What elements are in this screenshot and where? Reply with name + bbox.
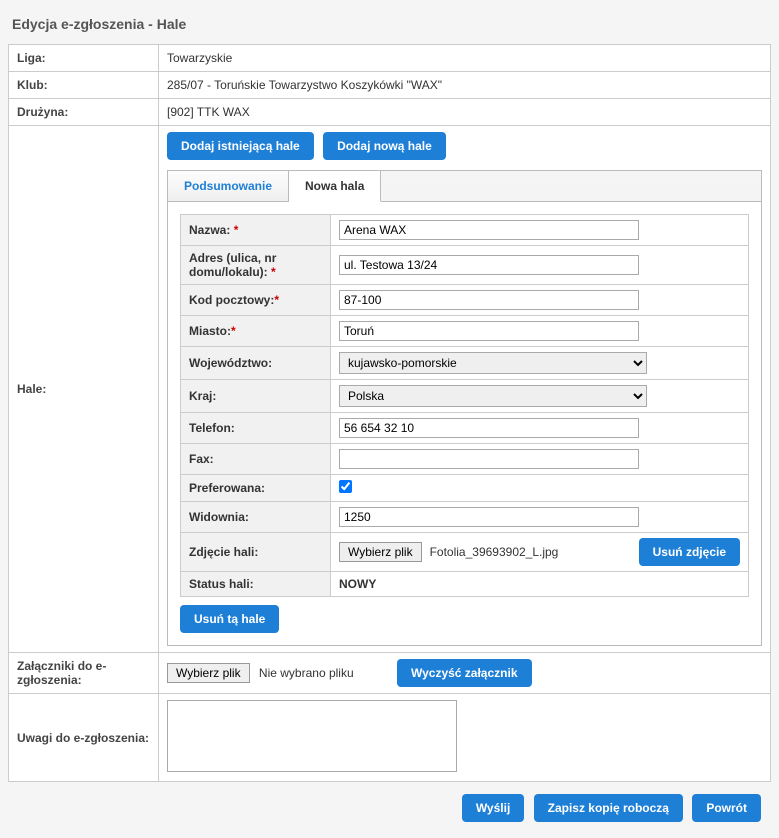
nazwa-label: Nazwa: * — [181, 215, 331, 246]
clear-attachment-button[interactable]: Wyczyść załącznik — [397, 659, 532, 687]
tab-summary[interactable]: Podsumowanie — [168, 171, 289, 201]
hall-tabs: Podsumowanie Nowa hala Nazwa: * Adres (u… — [167, 170, 762, 646]
widownia-input[interactable] — [339, 507, 639, 527]
kod-label: Kod pocztowy:* — [181, 285, 331, 316]
page-title: Edycja e-zgłoszenia - Hale — [8, 8, 771, 44]
delete-hall-button[interactable]: Usuń tą hale — [180, 605, 279, 633]
liga-label: Liga: — [9, 45, 159, 72]
hale-label: Hale: — [9, 126, 159, 653]
adres-input[interactable] — [339, 255, 639, 275]
druzyna-label: Drużyna: — [9, 99, 159, 126]
pref-label: Preferowana: — [181, 475, 331, 502]
druzyna-value: [902] TTK WAX — [159, 99, 771, 126]
miasto-input[interactable] — [339, 321, 639, 341]
attachment-choose-button[interactable]: Wybierz plik — [167, 663, 250, 683]
woj-select[interactable]: kujawsko-pomorskie — [339, 352, 647, 374]
liga-value: Towarzyskie — [159, 45, 771, 72]
attachments-section: Wybierz plik Nie wybrano pliku Wyczyść z… — [159, 653, 771, 694]
footer-buttons: Wyślij Zapisz kopię roboczą Powrót — [8, 782, 771, 830]
remarks-section — [159, 694, 771, 782]
tab-new-hall[interactable]: Nowa hala — [289, 171, 381, 202]
attachment-no-file: Nie wybrano pliku — [259, 666, 354, 680]
telefon-label: Telefon: — [181, 413, 331, 444]
pref-checkbox[interactable] — [339, 480, 352, 493]
woj-label: Województwo: — [181, 347, 331, 380]
hale-section: Dodaj istniejącą hale Dodaj nową hale Po… — [159, 126, 771, 653]
add-new-hall-button[interactable]: Dodaj nową hale — [323, 132, 446, 160]
main-form-table: Liga: Towarzyskie Klub: 285/07 - Toruńsk… — [8, 44, 771, 782]
delete-photo-button[interactable]: Usuń zdjęcie — [639, 538, 740, 566]
remarks-textarea[interactable] — [167, 700, 457, 772]
status-label: Status hali: — [181, 572, 331, 597]
tab-body-new-hall: Nazwa: * Adres (ulica, nr domu/lokalu): … — [168, 202, 761, 645]
save-draft-button[interactable]: Zapisz kopię roboczą — [534, 794, 683, 822]
widownia-label: Widownia: — [181, 502, 331, 533]
back-button[interactable]: Powrót — [692, 794, 761, 822]
adres-label: Adres (ulica, nr domu/lokalu): * — [181, 246, 331, 285]
kod-input[interactable] — [339, 290, 639, 310]
remarks-label: Uwagi do e-zgłoszenia: — [9, 694, 159, 782]
zdjecie-label: Zdjęcie hali: — [181, 533, 331, 572]
miasto-label: Miasto:* — [181, 316, 331, 347]
kraj-label: Kraj: — [181, 380, 331, 413]
kraj-select[interactable]: Polska — [339, 385, 647, 407]
klub-value: 285/07 - Toruńskie Towarzystwo Koszykówk… — [159, 72, 771, 99]
photo-choose-button[interactable]: Wybierz plik — [339, 542, 422, 562]
klub-label: Klub: — [9, 72, 159, 99]
fax-label: Fax: — [181, 444, 331, 475]
status-value: NOWY — [339, 577, 376, 591]
photo-filename: Fotolia_39693902_L.jpg — [430, 545, 631, 559]
send-button[interactable]: Wyślij — [462, 794, 524, 822]
hall-form-table: Nazwa: * Adres (ulica, nr domu/lokalu): … — [180, 214, 749, 597]
attachments-label: Załączniki do e-zgłoszenia: — [9, 653, 159, 694]
telefon-input[interactable] — [339, 418, 639, 438]
nazwa-input[interactable] — [339, 220, 639, 240]
fax-input[interactable] — [339, 449, 639, 469]
add-existing-hall-button[interactable]: Dodaj istniejącą hale — [167, 132, 314, 160]
